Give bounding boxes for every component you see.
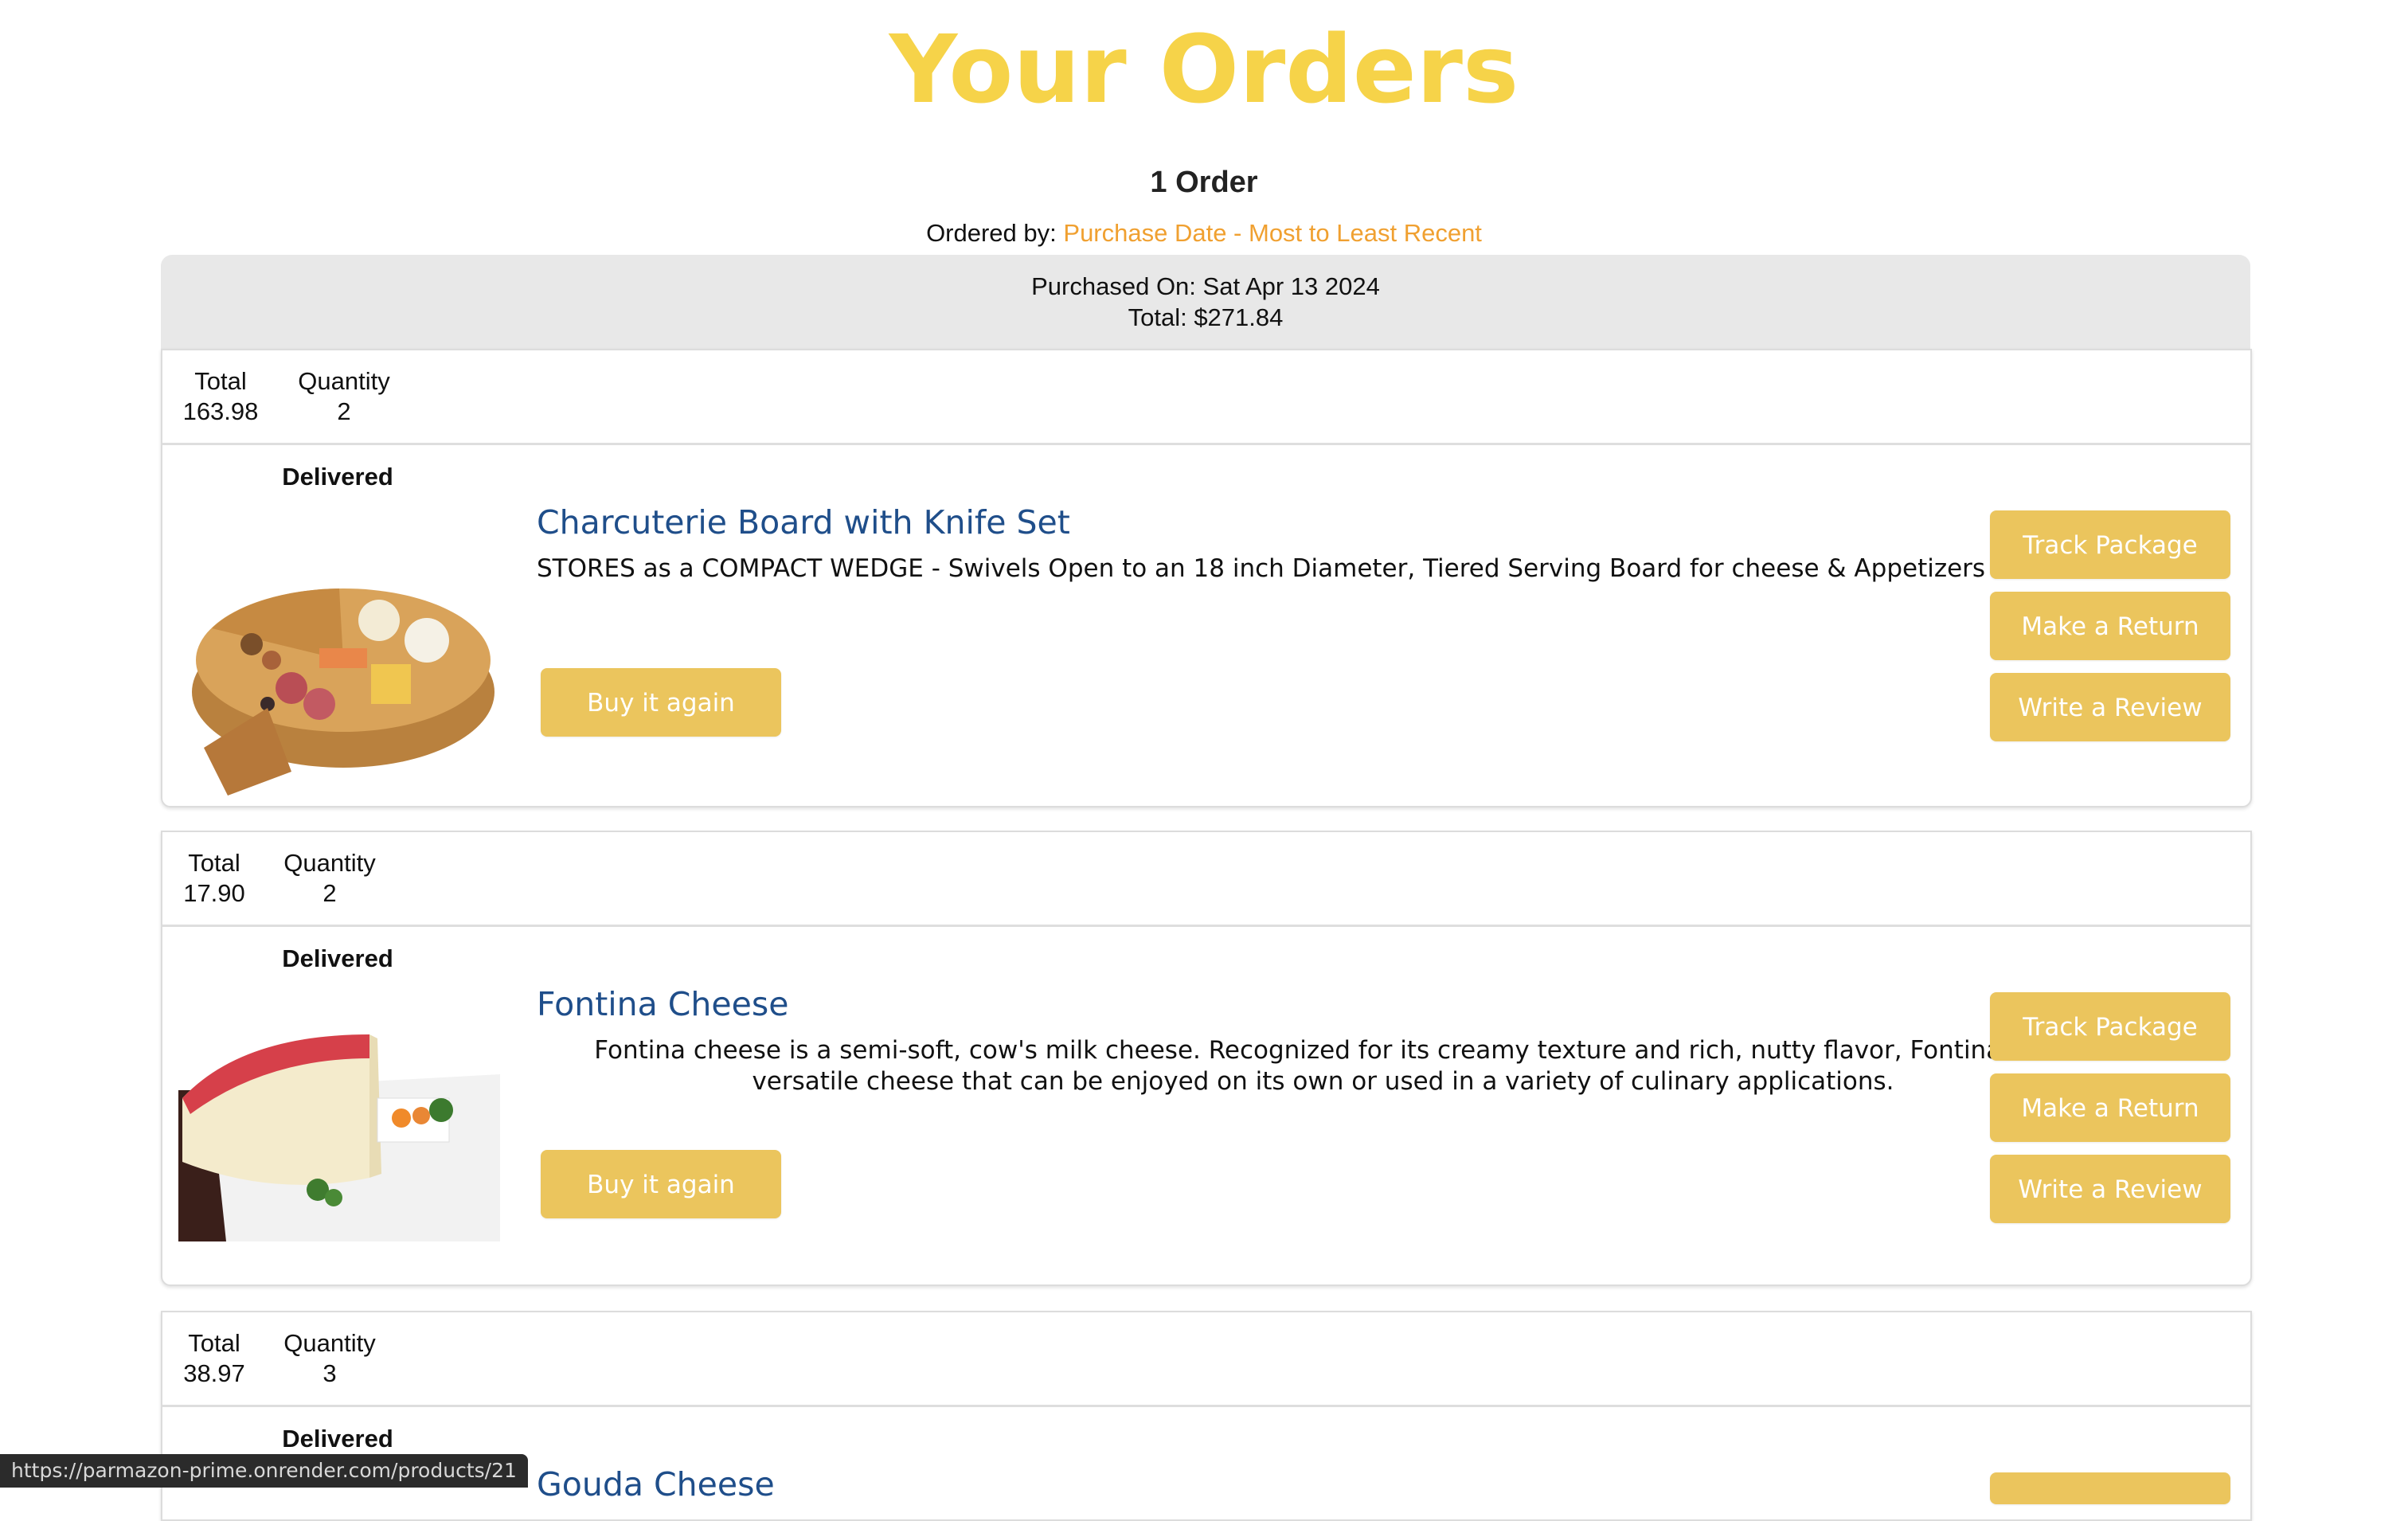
buy-again-button[interactable]: Buy it again: [541, 668, 781, 737]
item-body: Delivered Charcuterie Board with Knife S…: [162, 445, 2250, 802]
delivery-status: Delivered: [282, 944, 393, 972]
order-item-card: Total 163.98 Quantity 2 Delivered Charcu…: [161, 349, 2252, 807]
item-total: Total 17.90: [170, 848, 258, 909]
item-summary: Total 38.97 Quantity 3: [162, 1312, 2250, 1407]
item-quantity-label: Quantity: [283, 1329, 376, 1357]
product-description: Fontina cheese is a semi-soft, cow's mil…: [594, 1036, 2052, 1096]
product-title-link[interactable]: Charcuterie Board with Knife Set: [537, 501, 1070, 544]
write-review-button[interactable]: Write a Review: [1990, 1155, 2230, 1223]
product-title-link[interactable]: Fontina Cheese: [537, 983, 788, 1026]
track-package-button[interactable]: Track Package: [1990, 510, 2230, 579]
item-quantity-label: Quantity: [298, 367, 390, 395]
product-description: STORES as a COMPACT WEDGE - Swivels Open…: [537, 554, 1986, 583]
delivery-status: Delivered: [282, 463, 393, 491]
item-summary: Total 17.90 Quantity 2: [162, 832, 2250, 927]
item-total-label: Total: [188, 849, 240, 877]
item-total-label: Total: [194, 367, 247, 395]
item-total: Total 38.97: [170, 1328, 258, 1389]
purchased-on: Purchased On: Sat Apr 13 2024: [1031, 272, 1380, 300]
item-total-value: 17.90: [183, 879, 245, 907]
order-count: 1 Order: [1150, 166, 1258, 199]
item-total-value: 38.97: [183, 1359, 245, 1387]
order-header: Purchased On: Sat Apr 13 2024 Total: $27…: [161, 255, 2250, 349]
product-title-link[interactable]: Gouda Cheese: [537, 1463, 775, 1506]
make-return-button[interactable]: Make a Return: [1990, 592, 2230, 660]
item-quantity-value: 2: [322, 879, 337, 907]
item-quantity-value: 3: [322, 1359, 337, 1387]
charcuterie-board-image[interactable]: [178, 509, 500, 796]
item-summary: Total 163.98 Quantity 2: [162, 350, 2250, 445]
fontina-cheese-image[interactable]: [178, 1003, 500, 1241]
item-quantity-value: 2: [337, 397, 351, 425]
item-quantity: Quantity 3: [274, 1328, 385, 1389]
track-package-button[interactable]: [1990, 1472, 2230, 1504]
link-preview-url: https://parmazon-prime.onrender.com/prod…: [0, 1454, 528, 1488]
make-return-button[interactable]: Make a Return: [1990, 1073, 2230, 1142]
item-total: Total 163.98: [177, 366, 264, 427]
item-total-value: 163.98: [182, 397, 259, 425]
sort-order-link[interactable]: Purchase Date - Most to Least Recent: [1063, 219, 1482, 247]
item-total-label: Total: [188, 1329, 240, 1357]
ordered-by: Ordered by: Purchase Date - Most to Leas…: [0, 217, 2408, 250]
buy-again-button[interactable]: Buy it again: [541, 1150, 781, 1218]
item-quantity: Quantity 2: [274, 848, 385, 909]
write-review-button[interactable]: Write a Review: [1990, 673, 2230, 741]
order-item-card: Total 17.90 Quantity 2 Delivered Fontina…: [161, 831, 2252, 1286]
delivery-status: Delivered: [282, 1425, 393, 1453]
track-package-button[interactable]: Track Package: [1990, 992, 2230, 1061]
item-body: Delivered Fontina Cheese Fontina cheese …: [162, 927, 2250, 1284]
page-title: Your Orders: [889, 14, 1519, 124]
item-quantity: Quantity 2: [288, 366, 400, 427]
ordered-by-label: Ordered by:: [926, 219, 1057, 247]
order-item-card: Total 38.97 Quantity 3 Delivered Gouda C…: [161, 1311, 2252, 1521]
item-quantity-label: Quantity: [283, 849, 376, 877]
order-total: Total: $271.84: [1128, 303, 1284, 331]
